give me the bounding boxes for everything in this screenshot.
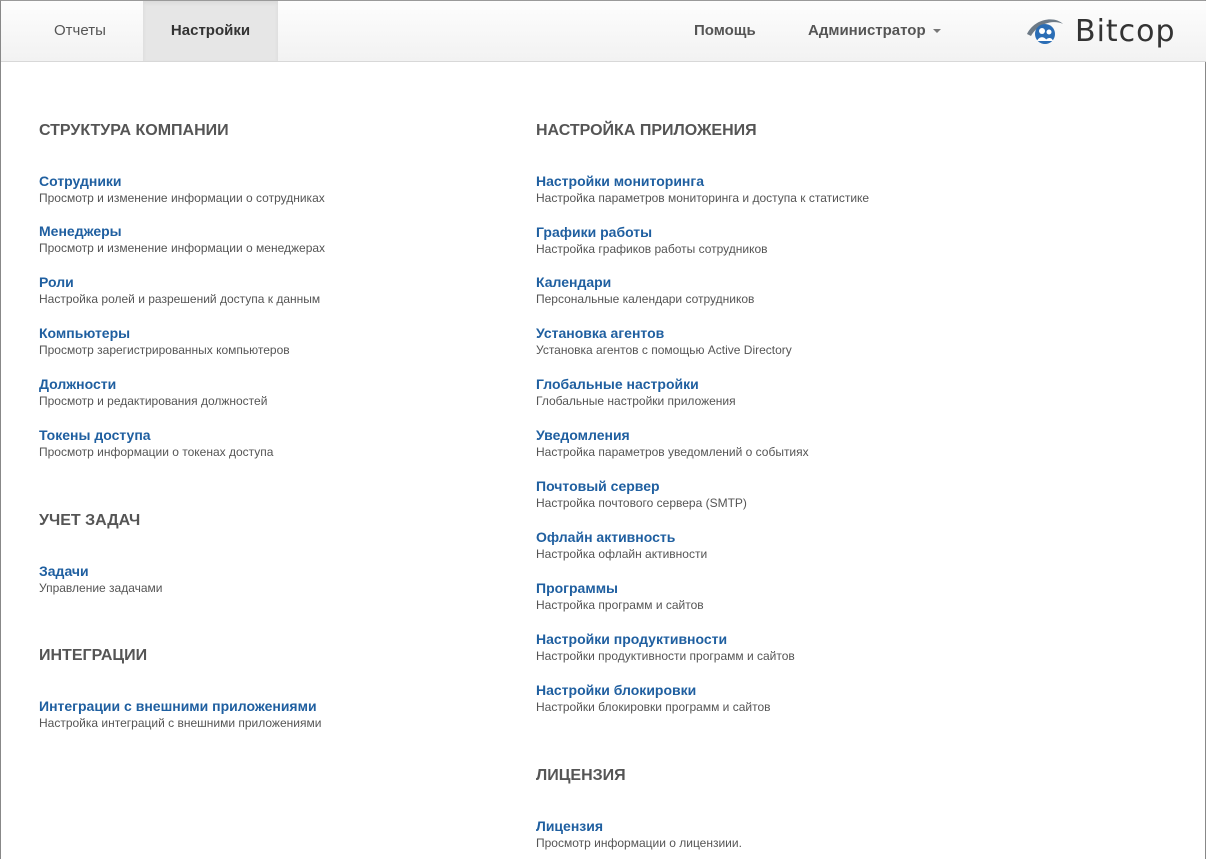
productivity-settings-link[interactable]: Настройки продуктивности	[536, 630, 795, 648]
computers-link[interactable]: Компьютеры	[39, 324, 290, 342]
global-settings-link[interactable]: Глобальные настройки	[536, 375, 736, 393]
agent-install-link[interactable]: Установка агентов	[536, 324, 792, 342]
item-description: Просмотр и изменение информации о менедж…	[39, 241, 326, 255]
list-item: Офлайн активность Настройка офлайн актив…	[536, 528, 707, 562]
license-link[interactable]: Лицензия	[536, 817, 742, 835]
section-license-title: ЛИЦЕНЗИЯ	[536, 767, 626, 784]
item-description: Персональные календари сотрудников	[536, 292, 755, 306]
brand-name: Bitcop	[1075, 13, 1176, 49]
monitoring-settings-link[interactable]: Настройки мониторинга	[536, 172, 869, 190]
item-description: Просмотр зарегистрированных компьютеров	[39, 343, 290, 357]
list-item: Программы Настройка программ и сайтов	[536, 579, 704, 613]
roles-link[interactable]: Роли	[39, 273, 320, 291]
list-item: Должности Просмотр и редактирования долж…	[39, 375, 267, 409]
managers-link[interactable]: Менеджеры	[39, 222, 325, 240]
item-description: Настройка программ и сайтов	[536, 598, 704, 612]
section-tasks-title: УЧЕТ ЗАДАЧ	[39, 512, 141, 529]
item-description: Настройка графиков работы сотрудников	[536, 242, 768, 256]
item-description: Управление задачами	[39, 581, 163, 595]
admin-dropdown[interactable]: Администратор	[808, 1, 941, 61]
item-description: Настройка интеграций с внешними приложен…	[39, 716, 322, 730]
tab-settings[interactable]: Настройки	[143, 1, 278, 61]
item-description: Глобальные настройки приложения	[536, 394, 736, 408]
list-item: Сотрудники Просмотр и изменение информац…	[39, 172, 325, 206]
item-description: Установка агентов с помощью Active Direc…	[536, 343, 792, 357]
list-item: Графики работы Настройка графиков работы…	[536, 223, 768, 257]
section-integrations-title: ИНТЕГРАЦИИ	[39, 647, 148, 664]
item-description: Просмотр и изменение информации о сотруд…	[39, 191, 325, 205]
integrations-link[interactable]: Интеграции с внешними приложениями	[39, 697, 321, 715]
list-item: Глобальные настройки Глобальные настройк…	[536, 375, 736, 409]
work-schedules-link[interactable]: Графики работы	[536, 223, 768, 241]
list-item: Токены доступа Просмотр информации о ток…	[39, 426, 273, 460]
positions-link[interactable]: Должности	[39, 375, 267, 393]
caret-down-icon	[932, 29, 941, 34]
list-item: Интеграции с внешними приложениями Настр…	[39, 697, 321, 731]
list-item: Компьютеры Просмотр зарегистрированных к…	[39, 324, 290, 358]
list-item: Настройки продуктивности Настройки проду…	[536, 630, 795, 664]
item-description: Настройки продуктивности программ и сайт…	[536, 649, 795, 663]
item-description: Просмотр информации о лицензиии.	[536, 836, 742, 850]
admin-label: Администратор	[808, 22, 926, 39]
mail-server-link[interactable]: Почтовый сервер	[536, 477, 747, 495]
list-item: Установка агентов Установка агентов с по…	[536, 324, 792, 358]
tab-settings-label: Настройки	[170, 22, 251, 39]
tasks-link[interactable]: Задачи	[39, 562, 163, 580]
employees-link[interactable]: Сотрудники	[39, 172, 325, 190]
list-item: Менеджеры Просмотр и изменение информаци…	[39, 222, 325, 256]
help-link[interactable]: Помощь	[694, 1, 756, 61]
blocking-settings-link[interactable]: Настройки блокировки	[536, 681, 771, 699]
access-tokens-link[interactable]: Токены доступа	[39, 426, 273, 444]
tab-reports-label: Отчеты	[54, 22, 106, 39]
programs-link[interactable]: Программы	[536, 579, 704, 597]
section-company-title: СТРУКТУРА КОМПАНИИ	[39, 122, 229, 139]
brand-logo[interactable]: Bitcop	[1025, 13, 1176, 49]
notifications-link[interactable]: Уведомления	[536, 426, 809, 444]
offline-activity-link[interactable]: Офлайн активность	[536, 528, 707, 546]
item-description: Настройки блокировки программ и сайтов	[536, 700, 771, 714]
item-description: Настройка ролей и разрешений доступа к д…	[39, 292, 321, 306]
item-description: Настройка параметров уведомлений о событ…	[536, 445, 809, 459]
item-description: Просмотр информации о токенах доступа	[39, 445, 274, 459]
top-navbar: Отчеты Настройки Помощь Администратор Bi…	[1, 1, 1206, 62]
list-item: Задачи Управление задачами	[39, 562, 163, 596]
eye-logo-icon	[1027, 19, 1063, 44]
tab-reports[interactable]: Отчеты	[40, 1, 120, 61]
calendars-link[interactable]: Календари	[536, 273, 754, 291]
list-item: Роли Настройка ролей и разрешений доступ…	[39, 273, 320, 307]
list-item: Настройки мониторинга Настройка параметр…	[536, 172, 869, 206]
help-label: Помощь	[694, 22, 756, 39]
list-item: Почтовый сервер Настройка почтового серв…	[536, 477, 747, 511]
item-description: Настройка параметров мониторинга и досту…	[536, 191, 870, 205]
item-description: Просмотр и редактирования должностей	[39, 394, 268, 408]
section-app-settings-title: НАСТРОЙКА ПРИЛОЖЕНИЯ	[536, 122, 757, 139]
list-item: Настройки блокировки Настройки блокировк…	[536, 681, 771, 715]
item-description: Настройка почтового сервера (SMTP)	[536, 496, 747, 510]
list-item: Календари Персональные календари сотрудн…	[536, 273, 754, 307]
item-description: Настройка офлайн активности	[536, 547, 708, 561]
list-item: Лицензия Просмотр информации о лицензиии…	[536, 817, 742, 851]
list-item: Уведомления Настройка параметров уведомл…	[536, 426, 809, 460]
